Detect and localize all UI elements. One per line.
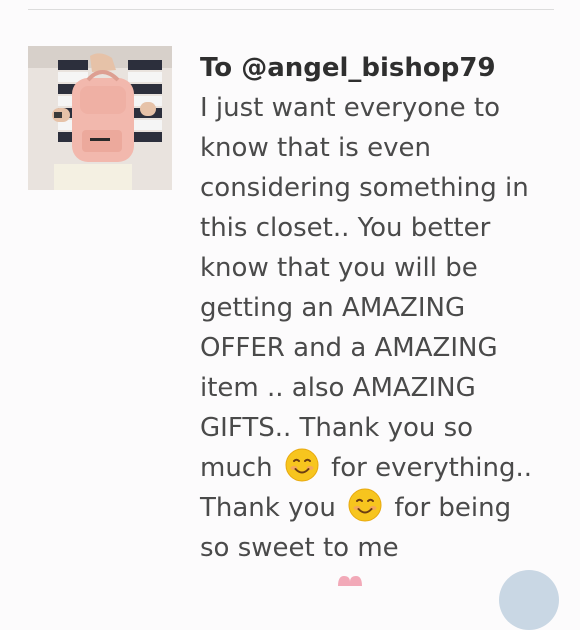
comment-segment: for being — [394, 493, 512, 523]
comment-line: Thank you for being — [200, 488, 560, 528]
comment-segment: Thank you — [200, 493, 336, 523]
comment-line: much for everything.. — [200, 448, 560, 488]
comment-body: To @angel_bishop79 I just want everyone … — [200, 48, 560, 568]
heart-icon[interactable] — [330, 574, 370, 586]
profile-photo — [28, 46, 172, 190]
comment-line: GIFTS.. Thank you so — [200, 413, 474, 443]
comment-line: considering something in — [200, 173, 529, 203]
comment-segment: for everything.. — [331, 453, 533, 483]
smiling-face-emoji-icon — [285, 448, 319, 482]
comment-segment: much — [200, 453, 273, 483]
floating-action-button[interactable] — [499, 570, 559, 630]
comment-text: I just want everyone to know that is eve… — [200, 88, 560, 568]
top-divider — [28, 9, 554, 10]
comment-line: getting an AMAZING — [200, 293, 466, 323]
comment-line: so sweet to me — [200, 533, 399, 563]
smiling-face-emoji-icon — [348, 488, 382, 522]
comment-line: know that is even — [200, 133, 431, 163]
comment-line: item .. also AMAZING — [200, 373, 476, 403]
comment-line: this closet.. You better — [200, 213, 491, 243]
comment-author-mention[interactable]: To @angel_bishop79 — [200, 48, 560, 88]
comment-line: OFFER and a AMAZING — [200, 333, 498, 363]
avatar[interactable] — [28, 46, 172, 190]
comment-line: know that you will be — [200, 253, 478, 283]
comment-line: I just want everyone to — [200, 93, 500, 123]
